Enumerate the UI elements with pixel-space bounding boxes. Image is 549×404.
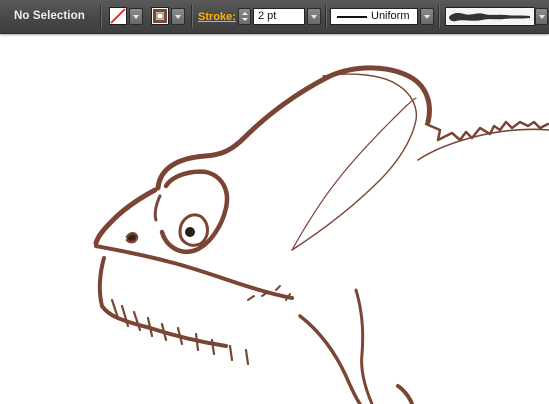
stroke-weight-dropdown-button[interactable] xyxy=(307,8,321,25)
toolbar-divider xyxy=(100,5,101,28)
fill-dropdown-button[interactable] xyxy=(129,8,143,25)
brush-stroke-icon xyxy=(449,13,530,22)
stroke-color-swatch-icon xyxy=(153,9,167,23)
variable-width-profile-select[interactable]: Uniform xyxy=(330,8,418,25)
toolbar-divider xyxy=(191,5,192,28)
toolbar-divider xyxy=(325,5,326,28)
brush-definition-select[interactable] xyxy=(445,7,535,26)
uniform-line-icon xyxy=(337,16,367,18)
stroke-dropdown-button[interactable] xyxy=(171,8,185,25)
chameleon-illustration xyxy=(93,65,549,404)
profile-label: Uniform xyxy=(371,10,410,22)
profile-dropdown-button[interactable] xyxy=(420,8,434,25)
artboard-canvas[interactable] xyxy=(0,35,549,404)
stroke-swatch[interactable] xyxy=(151,7,169,25)
toolbar-divider xyxy=(438,5,439,28)
stroke-weight-spinner[interactable] xyxy=(238,8,251,25)
brush-dropdown-button[interactable] xyxy=(535,8,548,25)
spin-down-icon[interactable] xyxy=(242,18,248,21)
fill-swatch[interactable] xyxy=(109,7,127,25)
fill-none-swatch-icon xyxy=(110,8,126,24)
stroke-panel-link[interactable]: Stroke: xyxy=(198,11,236,23)
control-bar: No Selection Stroke: 2 pt Uniform xyxy=(0,0,549,34)
stroke-weight-input[interactable]: 2 pt xyxy=(253,8,305,25)
spin-up-icon[interactable] xyxy=(242,12,248,15)
selection-label: No Selection xyxy=(14,10,85,22)
